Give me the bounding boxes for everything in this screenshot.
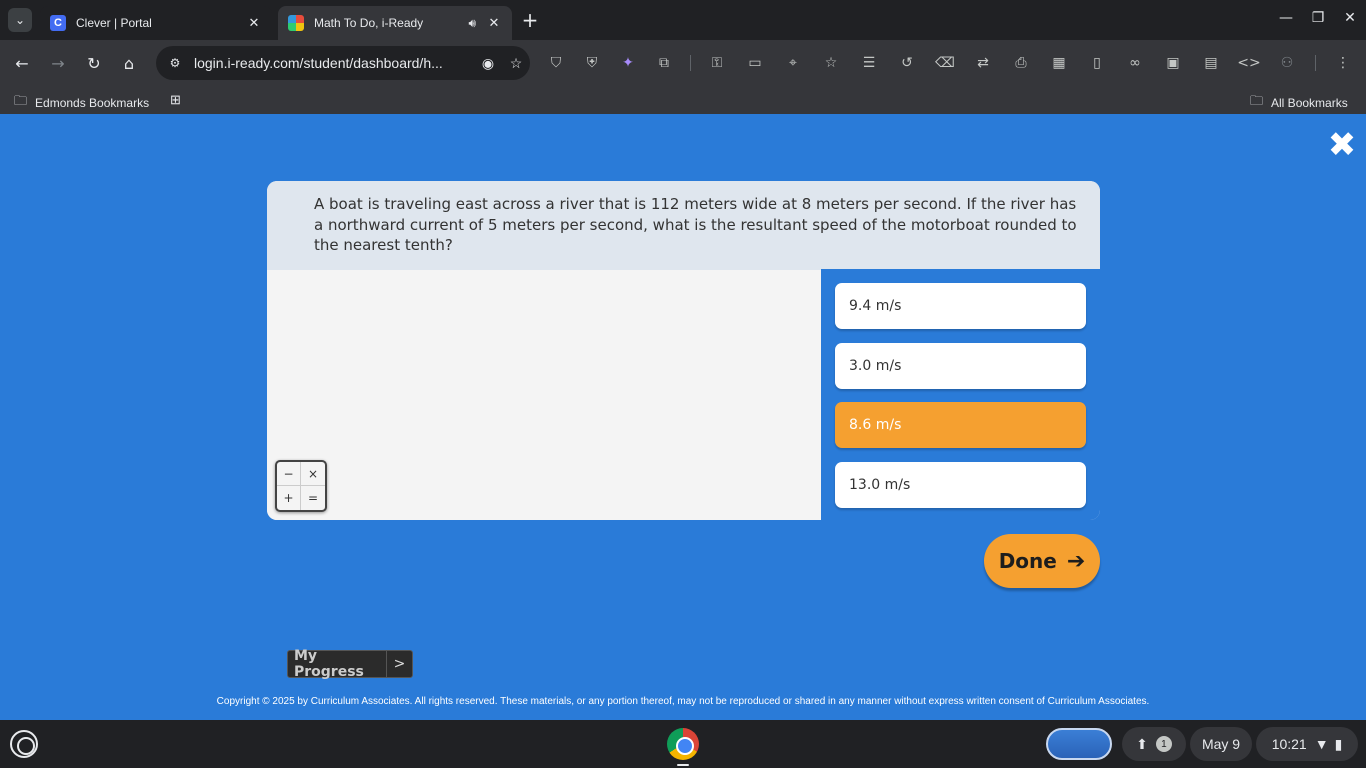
- question-text: A boat is traveling east across a river …: [267, 181, 1100, 270]
- answer-option-2[interactable]: 3.0 m/s: [835, 343, 1086, 389]
- copyright-text: Copyright © 2025 by Curriculum Associate…: [216, 696, 1150, 707]
- new-tab-button[interactable]: +: [519, 8, 541, 32]
- progress-label: My Progress: [294, 648, 364, 680]
- answer-option-1[interactable]: 9.4 m/s: [835, 283, 1086, 329]
- favorites-icon[interactable]: ☆: [821, 53, 841, 73]
- reload-icon[interactable]: ↻: [83, 52, 105, 74]
- tab-title: Math To Do, i-Ready: [314, 16, 424, 30]
- key-icon[interactable]: ⚿: [707, 53, 727, 73]
- reader-mode-icon[interactable]: ▯: [1087, 53, 1107, 73]
- card-icon[interactable]: ▭: [745, 53, 765, 73]
- delete-icon[interactable]: ⌫: [935, 53, 955, 73]
- work-area[interactable]: [267, 270, 821, 520]
- reading-list-icon[interactable]: ☰: [859, 53, 879, 73]
- close-lesson-icon[interactable]: ✖: [1327, 128, 1357, 162]
- url-text[interactable]: login.i-ready.com/student/dashboard/h...: [194, 55, 474, 71]
- times-icon: ×: [301, 462, 325, 486]
- close-window-icon[interactable]: ✕: [1340, 10, 1360, 26]
- date-text: May 9: [1201, 736, 1241, 752]
- tab-strip: ⌄ C Clever | Portal ✕ Math To Do, i-Read…: [0, 0, 1366, 40]
- bookmark-star-icon[interactable]: ☆: [502, 55, 530, 72]
- speaker-icon[interactable]: 🔊︎: [468, 16, 476, 31]
- site-info-icon[interactable]: ⚙: [166, 54, 184, 72]
- answer-option-3[interactable]: 8.6 m/s: [835, 402, 1086, 448]
- incognito-icon[interactable]: ⚇: [1277, 53, 1297, 73]
- bookmarks-bar: 🗀 Edmonds Bookmarks ⊞ 🗀 All Bookmarks: [0, 86, 1366, 114]
- bookmark-label: All Bookmarks: [1271, 96, 1348, 110]
- qr-code-icon[interactable]: ▦: [1049, 53, 1069, 73]
- address-bar[interactable]: ⚙ login.i-ready.com/student/dashboard/h.…: [156, 46, 530, 80]
- shield-icon[interactable]: ⛉: [546, 53, 566, 73]
- minus-icon: −: [277, 462, 301, 486]
- forward-icon[interactable]: →: [47, 52, 69, 74]
- minimize-icon[interactable]: —: [1276, 10, 1296, 26]
- more-menu-icon[interactable]: ⋮: [1333, 53, 1353, 73]
- chevron-right-icon: >: [386, 651, 412, 677]
- plus-icon: +: [277, 486, 301, 510]
- bookmark-folder-edmonds[interactable]: 🗀 Edmonds Bookmarks: [14, 92, 149, 114]
- puzzle-extension-icon[interactable]: ✦: [618, 53, 638, 73]
- tab-search-icon[interactable]: ⌄: [8, 8, 32, 32]
- wifi-icon: ▼: [1314, 736, 1329, 752]
- browser-toolbar: ← → ↻ ⌂ ⚙ login.i-ready.com/student/dash…: [0, 40, 1366, 86]
- bookmark-folder-all[interactable]: 🗀 All Bookmarks: [1250, 92, 1348, 114]
- clever-favicon-icon: C: [50, 15, 66, 31]
- restore-icon[interactable]: ❐: [1308, 10, 1328, 26]
- status-tray[interactable]: 10:21 ▼ ▮: [1256, 727, 1358, 761]
- close-tab-icon[interactable]: ✕: [246, 15, 262, 31]
- arrow-right-icon: ➔: [1066, 548, 1086, 574]
- code-icon[interactable]: <>: [1237, 53, 1260, 73]
- location-icon[interactable]: ⌖: [783, 53, 803, 73]
- toolbar-divider: [690, 55, 691, 71]
- notifications-tray[interactable]: ⬆ 1: [1122, 727, 1186, 761]
- extensions-icon[interactable]: ⧉: [654, 53, 674, 73]
- tab-iready[interactable]: Math To Do, i-Ready 🔊︎ ✕: [278, 6, 512, 40]
- print-icon[interactable]: ⎙: [1011, 53, 1031, 73]
- answer-panel: 9.4 m/s 3.0 m/s 8.6 m/s 13.0 m/s: [821, 269, 1100, 520]
- folder-icon: 🗀: [14, 93, 28, 108]
- chrome-app-icon[interactable]: [667, 728, 699, 760]
- holding-space-icon[interactable]: [1046, 728, 1112, 760]
- calculator-button[interactable]: − × + =: [275, 460, 327, 512]
- question-card: A boat is traveling east across a river …: [267, 181, 1100, 520]
- cast-icon[interactable]: ▣: [1163, 53, 1183, 73]
- apps-grid-icon[interactable]: ⊞: [170, 92, 189, 108]
- time-text: 10:21: [1271, 736, 1307, 752]
- upload-icon: ⬆: [1136, 735, 1148, 752]
- link-icon[interactable]: ∞: [1125, 53, 1145, 73]
- back-icon[interactable]: ←: [11, 52, 33, 74]
- history-icon[interactable]: ↺: [897, 53, 917, 73]
- tab-grid-icon[interactable]: ▤: [1201, 53, 1221, 73]
- notification-badge: 1: [1155, 736, 1172, 752]
- folder-icon: 🗀: [1250, 93, 1264, 108]
- launcher-icon[interactable]: [10, 730, 38, 758]
- tab-clever[interactable]: C Clever | Portal ✕: [40, 6, 272, 40]
- eye-icon[interactable]: ◉: [474, 55, 502, 72]
- battery-icon: ▮: [1334, 735, 1343, 752]
- tab-title: Clever | Portal: [76, 16, 152, 30]
- toolbar-divider: [1315, 55, 1316, 71]
- iready-favicon-icon: [288, 15, 304, 31]
- shield-check-icon[interactable]: ⛨: [582, 53, 602, 73]
- answer-option-4[interactable]: 13.0 m/s: [835, 462, 1086, 508]
- running-indicator: [677, 764, 689, 766]
- done-label: Done: [998, 549, 1057, 573]
- equals-icon: =: [307, 491, 319, 505]
- home-icon[interactable]: ⌂: [118, 52, 140, 74]
- date-tray[interactable]: May 9: [1190, 727, 1252, 761]
- bookmark-label: Edmonds Bookmarks: [35, 96, 150, 110]
- done-button[interactable]: Done ➔: [984, 534, 1100, 588]
- my-progress-button[interactable]: My Progress >: [287, 648, 413, 680]
- translate-icon[interactable]: ⇄: [973, 53, 993, 73]
- close-tab-icon[interactable]: ✕: [486, 15, 502, 31]
